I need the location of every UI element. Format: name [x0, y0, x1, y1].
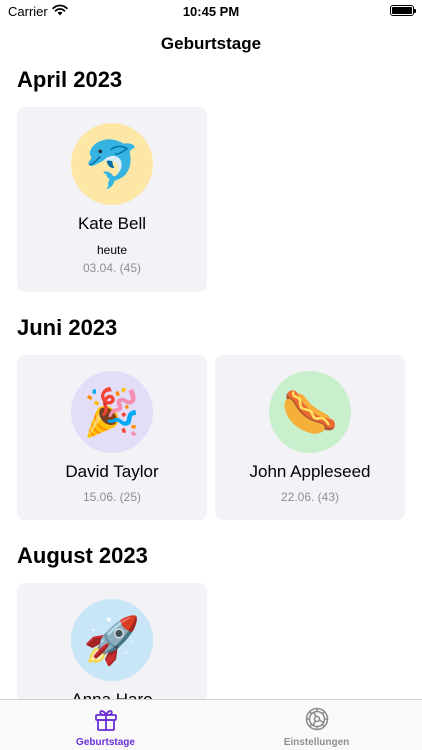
avatar: 🚀	[71, 599, 153, 681]
tab-einstellungen[interactable]: Einstellungen	[211, 700, 422, 750]
card-name: David Taylor	[65, 462, 159, 481]
card-name: Kate Bell	[77, 214, 147, 233]
birthday-card-david-taylor[interactable]: 🎉 David Taylor 15.06. (25)	[17, 355, 207, 520]
avatar: 🎉	[71, 371, 153, 453]
page-title: Geburtstage	[160, 34, 262, 53]
section-title-april: April 2023	[17, 67, 123, 92]
rocket-icon: 🚀	[83, 614, 141, 666]
hot-dog-icon: 🌭	[281, 386, 339, 438]
card-date: 22.06. (43)	[280, 490, 340, 504]
card-name: Anna Haro	[17, 690, 207, 699]
birthday-card-kate-bell[interactable]: 🐬 Kate Bell heute 03.04. (45)	[17, 107, 207, 292]
card-name: John Appleseed	[249, 462, 371, 481]
birthday-list[interactable]: April 2023 🐬 Kate Bell heute 03.04. (45)…	[0, 60, 422, 699]
birthday-card-john-appleseed[interactable]: 🌭 John Appleseed 22.06. (43)	[215, 355, 405, 520]
avatar: 🐬	[71, 123, 153, 205]
gear-icon	[305, 707, 329, 731]
section-title-juni: Juni 2023	[17, 315, 118, 340]
tab-geburtstage[interactable]: Geburtstage	[0, 700, 211, 750]
card-subtitle: heute	[96, 243, 128, 257]
dolphin-icon: 🐬	[83, 138, 141, 190]
tab-label: Geburtstage	[76, 737, 135, 748]
avatar: 🌭	[269, 371, 351, 453]
battery-icon	[390, 5, 416, 16]
card-date: 15.06. (25)	[82, 490, 142, 504]
tab-label: Einstellungen	[283, 737, 350, 748]
section-title-august: August 2023	[17, 543, 148, 568]
gift-icon	[95, 710, 117, 731]
birthday-card-anna-haro[interactable]: 🚀 Anna Haro	[17, 583, 207, 699]
card-date: 03.04. (45)	[82, 261, 142, 275]
tab-bar: Geburtstage Einstellungen	[0, 699, 422, 750]
status-bar: Carrier 10:45 PM	[0, 0, 422, 24]
party-popper-icon: 🎉	[83, 386, 141, 438]
clock: 10:45 PM	[182, 4, 240, 19]
